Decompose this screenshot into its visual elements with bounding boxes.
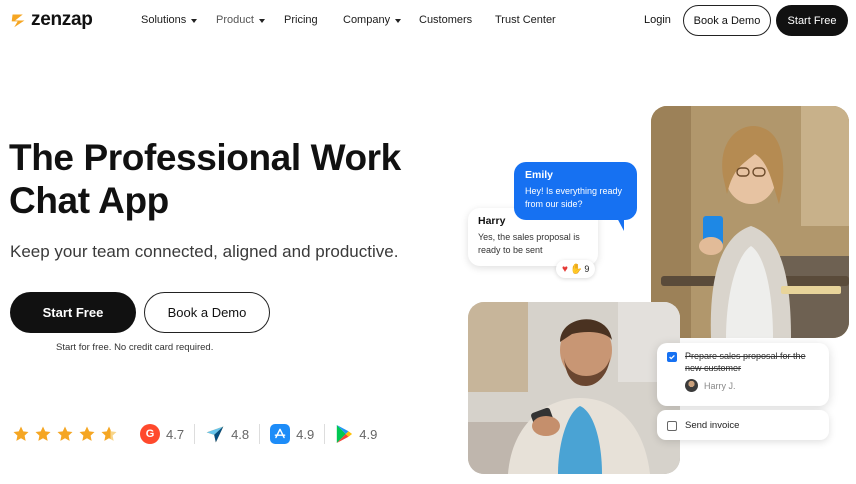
task-label: Send invoice: [685, 419, 740, 431]
no-credit-card-note: Start for free. No credit card required.: [56, 342, 214, 353]
rating-app-store[interactable]: 4.9: [260, 424, 324, 444]
rating-google-play[interactable]: 4.9: [325, 424, 387, 444]
hero-subtitle: Keep your team connected, aligned and pr…: [10, 242, 399, 261]
reaction-count: 9: [584, 264, 590, 274]
avatar: [685, 379, 698, 392]
man-with-phone-photo: [468, 302, 680, 474]
task-assignee: Harry J.: [685, 379, 819, 392]
chevron-down-icon: [191, 18, 198, 23]
zenzap-logo-icon: [11, 14, 25, 27]
nav-solutions[interactable]: Solutions: [141, 14, 198, 26]
rating-value: 4.9: [296, 426, 315, 442]
hero-title-line1: The Professional Work: [9, 137, 401, 178]
message-text: Hey! Is everything ready from our side?: [525, 186, 623, 209]
nav-pricing[interactable]: Pricing: [284, 14, 318, 26]
clap-icon: ✋: [569, 263, 583, 275]
ratings-bar: G 4.7 4.8 4.9 4.9: [12, 422, 387, 446]
start-free-button[interactable]: Start Free: [10, 292, 136, 333]
reactions[interactable]: ♥ ✋ 9: [556, 260, 596, 278]
assignee-name: Harry J.: [704, 380, 736, 391]
rating-value: 4.8: [231, 426, 250, 442]
chevron-down-icon: [258, 18, 265, 23]
chevron-down-icon: [395, 18, 402, 23]
task-card-pending: Send invoice: [657, 410, 829, 440]
rating-capterra[interactable]: 4.8: [195, 424, 259, 444]
google-play-icon: [337, 425, 353, 443]
nav-product-label: Product: [216, 14, 254, 26]
rating-g2[interactable]: G 4.7: [130, 424, 194, 444]
capterra-icon: [206, 426, 224, 443]
star-icon: [13, 426, 29, 441]
nav-solutions-label: Solutions: [141, 14, 187, 26]
login-link[interactable]: Login: [644, 14, 671, 26]
book-demo-button[interactable]: Book a Demo: [144, 292, 270, 333]
task-label: Prepare sales proposal for the new custo…: [685, 351, 806, 373]
nav-pricing-label: Pricing: [284, 14, 318, 26]
rating-value: 4.7: [166, 426, 185, 442]
rating-value: 4.9: [359, 426, 378, 442]
nav-customers[interactable]: Customers: [419, 14, 472, 26]
nav-book-demo-button[interactable]: Book a Demo: [683, 5, 771, 36]
app-store-icon: [270, 424, 291, 444]
hero-title-line2: Chat App: [9, 180, 169, 221]
nav-customers-label: Customers: [419, 14, 473, 26]
woman-with-phone-photo: [651, 106, 849, 338]
hero-title: The Professional Work Chat App: [9, 136, 439, 222]
nav-company[interactable]: Company: [343, 14, 402, 26]
brand-name: zenzap: [31, 9, 93, 30]
nav-start-free-button[interactable]: Start Free: [776, 5, 848, 36]
heart-icon: ♥: [562, 263, 568, 275]
star-icon: [57, 426, 73, 441]
sender-name: Emily: [525, 169, 554, 181]
star-icon: [79, 426, 95, 441]
man-illustration: [468, 302, 680, 474]
star-icon: [35, 426, 51, 441]
g2-icon: G: [140, 424, 160, 444]
half-star-icon: [101, 426, 117, 441]
bubble-tail: [616, 216, 624, 231]
logo[interactable]: zenzap: [10, 9, 93, 31]
woman-illustration: [651, 106, 849, 338]
nav-product[interactable]: Product: [216, 14, 265, 26]
message-text: Yes, the sales proposal is ready to be s…: [478, 232, 580, 255]
checkbox-checked-icon[interactable]: [667, 352, 677, 362]
nav-trust-center-label: Trust Center: [495, 14, 556, 26]
top-nav: zenzap Solutions Product Pricing Company…: [0, 0, 856, 42]
nav-trust-center[interactable]: Trust Center: [495, 14, 556, 26]
nav-company-label: Company: [343, 14, 391, 26]
checkbox-empty-icon[interactable]: [667, 420, 677, 431]
star-rating: [12, 425, 118, 443]
chat-bubble-emily: Emily Hey! Is everything ready from our …: [514, 162, 637, 220]
task-card-completed: Prepare sales proposal for the new custo…: [657, 343, 829, 406]
